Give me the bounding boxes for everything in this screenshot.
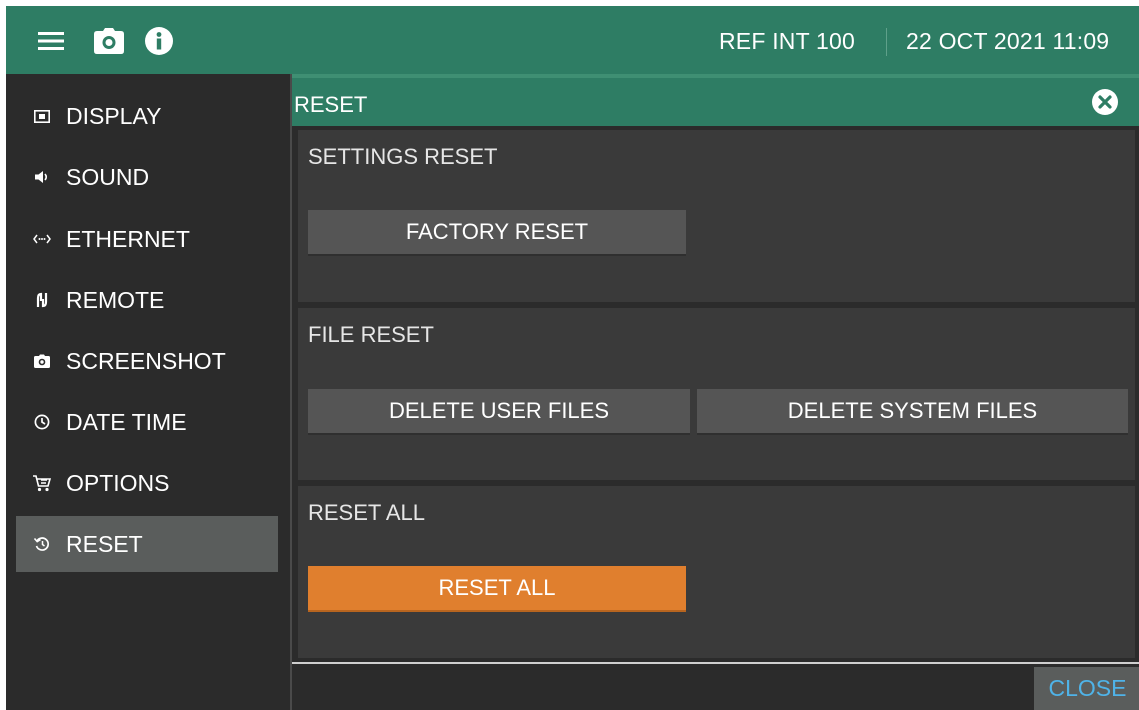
delete-user-files-button[interactable]: DELETE USER FILES <box>308 389 690 435</box>
reset-icon <box>28 534 56 554</box>
reset-all-section: RESET ALL RESET ALL <box>298 486 1135 658</box>
camera-icon <box>28 351 56 371</box>
date-time-display: 22 OCT 2021 11:09 <box>906 28 1110 54</box>
sidebar-item-date-time[interactable]: DATE TIME <box>16 394 278 450</box>
sidebar-item-label: RESET <box>66 530 143 557</box>
sidebar-item-ethernet[interactable]: ETHERNET <box>16 211 278 267</box>
sidebar-item-label: ETHERNET <box>66 225 190 252</box>
reference-status: REF INT 100 <box>719 28 855 54</box>
sidebar-item-display[interactable]: DISPLAY <box>16 88 278 144</box>
sidebar-item-remote[interactable]: REMOTE <box>16 272 278 328</box>
display-icon <box>28 106 56 126</box>
sidebar-item-label: DATE TIME <box>66 408 187 435</box>
reset-panel: RESET SETTINGS RESET FACTORY RESET FILE … <box>290 74 1139 710</box>
topbar-divider <box>886 28 887 56</box>
settings-sidebar: DISPLAY SOUND ETHERNET REMOTE SCREENSHOT <box>6 74 290 710</box>
app-window: REF INT 100 22 OCT 2021 11:09 DISPLAY SO… <box>6 6 1139 710</box>
sidebar-item-label: SCREENSHOT <box>66 347 226 374</box>
clock-icon <box>28 412 56 432</box>
sidebar-item-sound[interactable]: SOUND <box>16 149 278 205</box>
factory-reset-button[interactable]: FACTORY RESET <box>308 210 686 256</box>
close-button[interactable]: CLOSE <box>1034 667 1139 710</box>
section-title: SETTINGS RESET <box>308 144 498 169</box>
reset-all-button[interactable]: RESET ALL <box>308 566 686 612</box>
camera-icon[interactable] <box>94 26 124 56</box>
sidebar-item-reset[interactable]: RESET <box>16 516 278 572</box>
ethernet-icon <box>28 229 56 249</box>
top-bar: REF INT 100 22 OCT 2021 11:09 <box>6 6 1139 74</box>
sidebar-item-label: SOUND <box>66 163 150 190</box>
info-icon[interactable] <box>144 26 174 56</box>
delete-system-files-button[interactable]: DELETE SYSTEM FILES <box>697 389 1128 435</box>
section-title: RESET ALL <box>308 500 425 525</box>
remote-icon <box>28 290 56 310</box>
sidebar-item-label: OPTIONS <box>66 469 170 496</box>
file-reset-section: FILE RESET DELETE USER FILES DELETE SYST… <box>298 308 1135 480</box>
sidebar-item-options[interactable]: OPTIONS <box>16 455 278 511</box>
close-icon[interactable] <box>1091 88 1119 116</box>
speaker-icon <box>28 167 56 187</box>
sidebar-item-screenshot[interactable]: SCREENSHOT <box>16 333 278 389</box>
sidebar-item-label: REMOTE <box>66 286 165 313</box>
footer-divider <box>292 662 1139 664</box>
settings-reset-section: SETTINGS RESET FACTORY RESET <box>298 130 1135 302</box>
panel-title: RESET <box>294 92 368 117</box>
section-title: FILE RESET <box>308 322 434 347</box>
panel-header: RESET <box>292 74 1139 126</box>
cart-icon <box>28 473 56 493</box>
sidebar-item-label: DISPLAY <box>66 102 162 129</box>
hamburger-menu-icon[interactable] <box>36 26 66 56</box>
